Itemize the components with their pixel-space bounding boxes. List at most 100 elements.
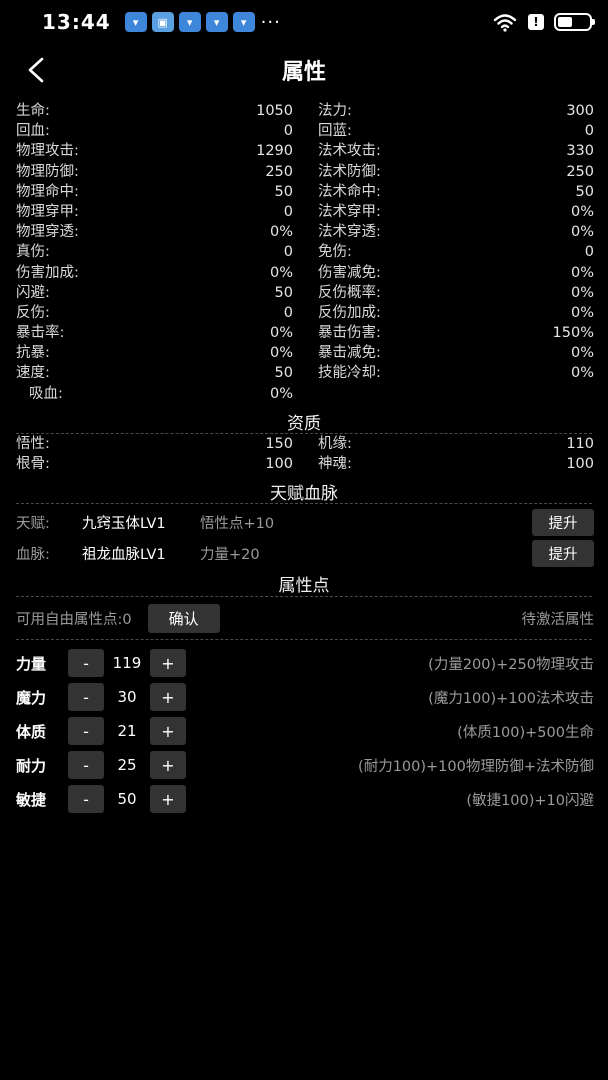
stat-value: 100: [566, 456, 594, 473]
stat-cell: 技能冷却: 0%: [305, 363, 594, 383]
stat-row: 根骨: 100 神魂: 100: [16, 454, 594, 474]
stat-value: 150%: [552, 325, 594, 342]
app-notification-icon: ▾: [205, 12, 228, 32]
stat-label: 法术命中:: [318, 183, 381, 200]
increment-button[interactable]: +: [150, 683, 186, 711]
decrement-button[interactable]: -: [68, 751, 104, 779]
stat-label: 技能冷却:: [318, 365, 381, 382]
increment-button[interactable]: +: [150, 751, 186, 779]
talent-row: 血脉: 祖龙血脉LV1 力量+20 提升: [16, 538, 594, 568]
attribute-description: (体质100)+500生命: [457, 724, 594, 741]
talent-row: 天赋: 九窍玉体LV1 悟性点+10 提升: [16, 507, 594, 537]
stat-cell: 速度: 50: [16, 363, 305, 383]
increment-button[interactable]: +: [150, 785, 186, 813]
aptitude-stats: 悟性: 150 机缘: 110 根骨: 100 神魂: 100: [16, 434, 594, 474]
stat-cell: 物理穿甲: 0: [16, 202, 305, 222]
stat-row: 悟性: 150 机缘: 110: [16, 434, 594, 454]
stat-value: 0: [283, 244, 293, 261]
battery-fill: [558, 17, 572, 27]
stat-cell: 物理命中: 50: [16, 182, 305, 202]
stat-cell: 伤害减免: 0%: [305, 263, 594, 283]
stat-value: 0%: [269, 385, 293, 402]
page-title: 属性: [281, 60, 326, 85]
confirm-button[interactable]: 确认: [147, 603, 220, 633]
attribute-description: (敏捷100)+10闪避: [466, 792, 594, 809]
decrement-button[interactable]: -: [68, 683, 104, 711]
upgrade-button[interactable]: 提升: [532, 539, 594, 567]
decrement-button[interactable]: -: [68, 649, 104, 677]
stat-label: 反伤加成:: [318, 304, 381, 321]
stat-cell: 物理攻击: 1290: [16, 141, 305, 161]
stat-label: 物理命中:: [16, 183, 79, 200]
stat-cell: 回血: 0: [16, 121, 305, 141]
stat-row: 反伤: 0 反伤加成: 0%: [16, 303, 594, 323]
stat-value: 0%: [570, 203, 594, 220]
stat-value: 0%: [570, 365, 594, 382]
attribute-row: 魔力 -30 + (魔力100)+100法术攻击: [16, 682, 594, 712]
stat-row: 物理命中: 50 法术命中: 50: [16, 182, 594, 202]
stat-value: 0%: [570, 284, 594, 301]
stat-label: 悟性:: [16, 436, 50, 452]
upgrade-button[interactable]: 提升: [532, 508, 594, 536]
stat-value: 0%: [269, 264, 293, 281]
talent-effect: 力量+20: [200, 546, 260, 563]
stat-cell: 暴击伤害: 150%: [305, 323, 594, 343]
combat-stats: 生命: 1050 法力: 300 回血: 0 回蓝: 0 物理攻击: 1290 法术攻击: 330 物理…: [16, 101, 594, 404]
stat-cell: 物理防御: 250: [16, 162, 305, 182]
talent-title: 天赋血脉: [270, 484, 338, 504]
stat-value: 0%: [269, 345, 293, 362]
stat-label: 生命:: [16, 103, 50, 119]
attribute-description: (耐力100)+100物理防御+法术防御: [358, 758, 594, 775]
stat-value: 150: [265, 436, 293, 452]
free-points-label: 可用自由属性点:0: [16, 611, 132, 628]
stat-value: 0%: [570, 264, 594, 281]
more-notifications-icon: ···: [260, 11, 281, 33]
talent-name: 九窍玉体LV1: [82, 515, 166, 532]
stat-value: 0%: [269, 224, 293, 241]
stat-row: 伤害加成: 0% 伤害减免: 0%: [16, 263, 594, 283]
stat-cell: 反伤加成: 0%: [305, 303, 594, 323]
decrement-button[interactable]: -: [68, 785, 104, 813]
stat-value: 0: [584, 244, 594, 261]
stat-value: 50: [575, 183, 594, 200]
stat-cell: 根骨: 100: [16, 454, 305, 474]
stat-row: 抗暴: 0% 暴击减免: 0%: [16, 343, 594, 363]
stat-value: 110: [566, 436, 594, 452]
stat-value: 300: [566, 103, 594, 119]
stat-label: 暴击率:: [16, 325, 65, 342]
stat-label: 闪避:: [16, 284, 50, 301]
points-divider: [16, 596, 592, 597]
stat-label: 速度:: [16, 365, 50, 382]
stat-cell: 悟性: 150: [16, 434, 305, 454]
stat-value: 100: [265, 456, 293, 473]
stat-cell: 反伤概率: 0%: [305, 283, 594, 303]
stat-cell: 法术命中: 50: [305, 182, 594, 202]
talent-divider: [16, 503, 592, 504]
stat-label: 法力:: [318, 103, 352, 119]
stat-value: 50: [274, 183, 293, 200]
stat-row: 真伤: 0 免伤: 0: [16, 242, 594, 262]
status-time: 13:44: [42, 10, 111, 34]
stat-label: 伤害加成:: [16, 264, 79, 281]
aptitude-title: 资质: [287, 414, 321, 434]
decrement-button[interactable]: -: [68, 717, 104, 745]
stat-value: 330: [566, 143, 594, 160]
increment-button[interactable]: +: [150, 649, 186, 677]
stat-value: 0: [584, 123, 594, 140]
increment-button[interactable]: +: [150, 717, 186, 745]
stat-label: 物理防御:: [16, 163, 79, 180]
stat-label: 根骨:: [16, 456, 50, 473]
attribute-row: 体质 -21 + (体质100)+500生命: [16, 716, 594, 746]
stat-value: 50: [274, 365, 293, 382]
stat-label: 抗暴:: [16, 345, 50, 362]
battery-icon: [554, 13, 595, 31]
attribute-value: 30: [117, 688, 137, 706]
stat-value: 0: [283, 304, 293, 321]
talent-effect: 悟性点+10: [200, 515, 275, 532]
talent-label: 血脉:: [16, 546, 50, 563]
stat-label: 反伤:: [16, 304, 50, 321]
notification-icons: ▾ ▣ ▾ ▾ ▾: [124, 12, 255, 32]
attribute-row: 耐力 -25 + (耐力100)+100物理防御+法术防御: [16, 750, 594, 780]
stat-label: 伤害减免:: [318, 264, 381, 281]
stat-label: 物理穿甲:: [16, 203, 79, 220]
